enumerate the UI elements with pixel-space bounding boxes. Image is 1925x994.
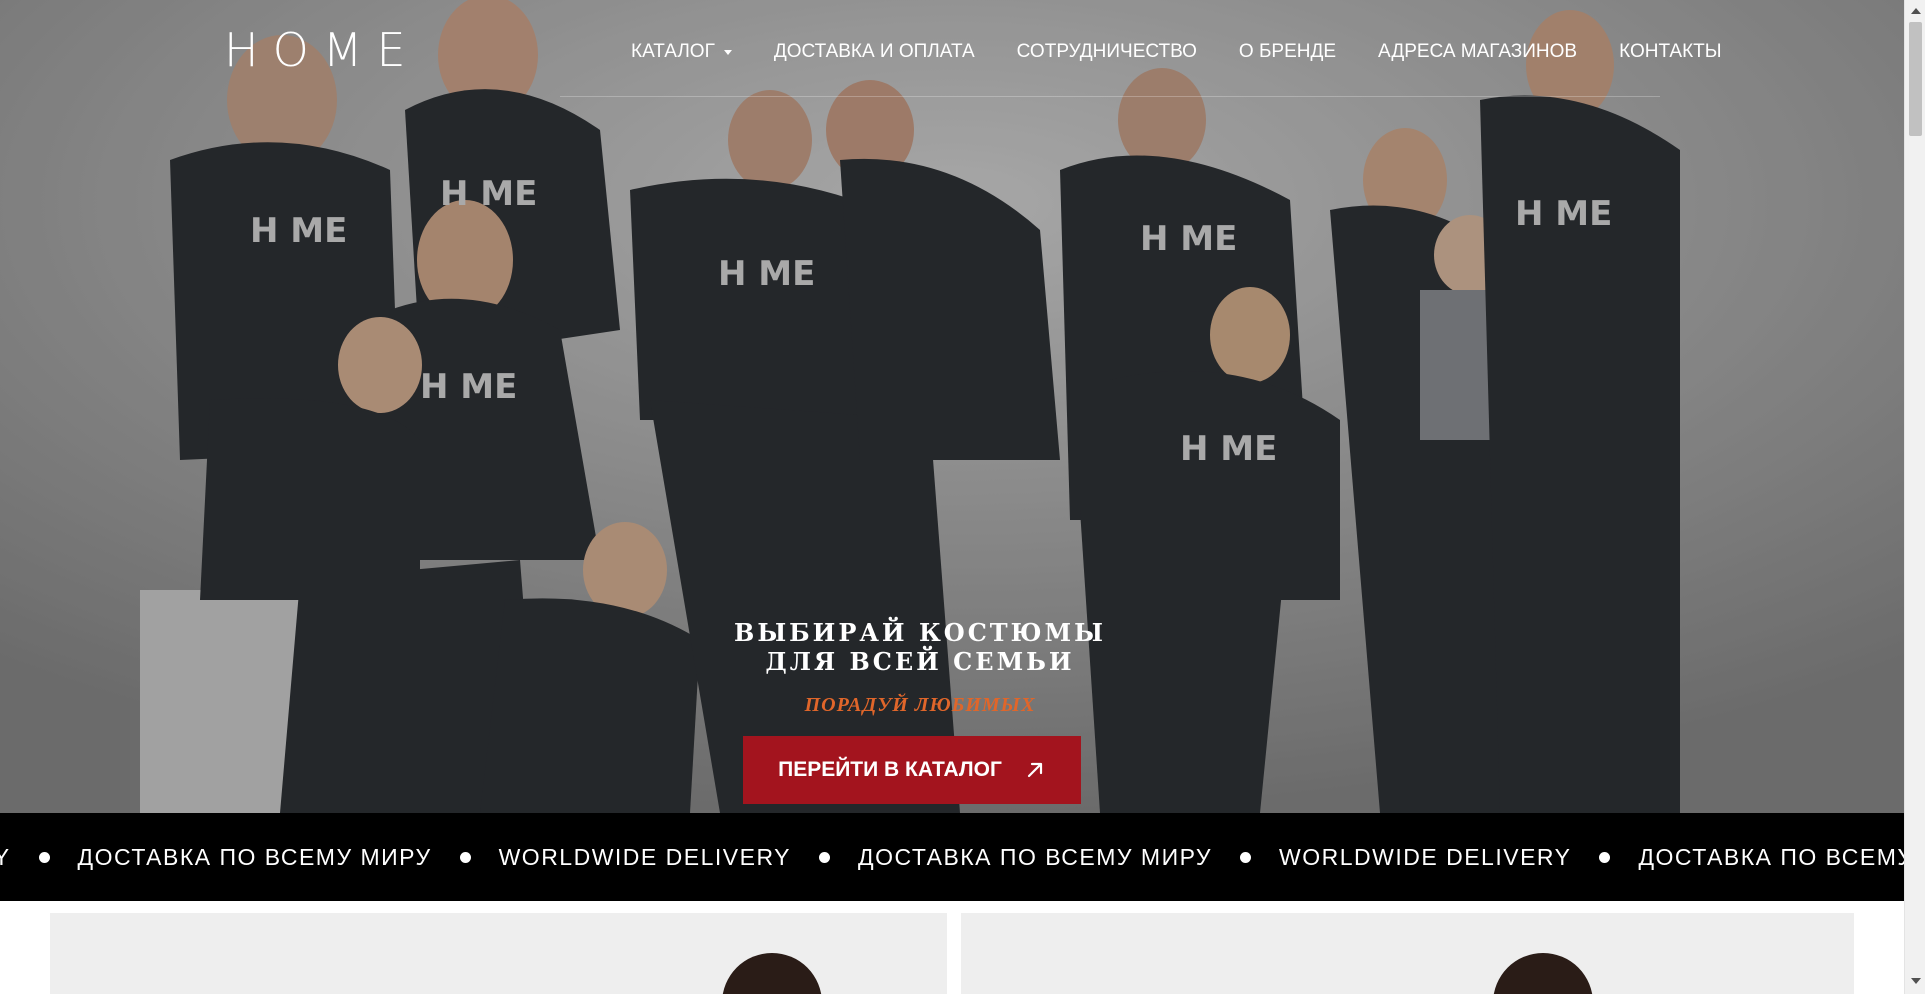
category-card[interactable] bbox=[961, 913, 1854, 994]
scrollbar-thumb[interactable] bbox=[1909, 22, 1922, 136]
category-card[interactable] bbox=[50, 913, 947, 994]
arrow-up-right-icon bbox=[1027, 762, 1043, 778]
nav-item-contacts[interactable]: КОНТАКТЫ bbox=[1619, 38, 1722, 66]
nav-item-label: КАТАЛОГ bbox=[631, 41, 715, 62]
hero-overlay bbox=[0, 0, 1904, 813]
model-photo bbox=[722, 953, 822, 994]
bullet-dot-icon bbox=[459, 851, 471, 863]
marquee-text: RY bbox=[0, 843, 11, 870]
model-photo bbox=[1493, 953, 1593, 994]
page-scrollbar[interactable] bbox=[1904, 0, 1925, 994]
bullet-dot-icon bbox=[1240, 851, 1252, 863]
nav-item-stores[interactable]: АДРЕСА МАГАЗИНОВ bbox=[1378, 38, 1577, 66]
marquee-text: ДОСТАВКА ПО ВСЕМУ М bbox=[1638, 843, 1904, 870]
logo[interactable]: HOME bbox=[224, 26, 420, 74]
hero-banner: H ME H ME H ME H ME H ME H ME H ME HOME … bbox=[0, 0, 1904, 813]
scroll-up-arrow-icon[interactable] bbox=[1911, 8, 1921, 14]
marquee-text: WORLDWIDE DELIVERY bbox=[498, 843, 791, 870]
page: H ME H ME H ME H ME H ME H ME H ME HOME … bbox=[0, 0, 1925, 994]
nav-item-cooperation[interactable]: СОТРУДНИЧЕСТВО bbox=[1017, 38, 1197, 66]
bullet-dot-icon bbox=[38, 851, 50, 863]
scroll-down-arrow-icon[interactable] bbox=[1911, 978, 1921, 984]
marquee-text: ДОСТАВКА ПО ВСЕМУ МИРУ bbox=[77, 843, 432, 870]
bullet-dot-icon bbox=[819, 851, 830, 863]
hero-title-line2: ДЛЯ ВСЕЙ СЕМЬИ bbox=[765, 647, 1075, 676]
catalog-cta-button[interactable]: ПЕРЕЙТИ В КАТАЛОГ bbox=[743, 736, 1081, 804]
nav-divider bbox=[560, 96, 1660, 97]
marquee-track: RY ДОСТАВКА ПО ВСЕМУ МИРУ WORLDWIDE DELI… bbox=[0, 813, 1904, 901]
nav-item-catalog[interactable]: КАТАЛОГ bbox=[631, 38, 732, 66]
hero-title: ВЫБИРАЙ КОСТЮМЫ ДЛЯ ВСЕЙ СЕМЬИ bbox=[700, 618, 1140, 676]
bullet-dot-icon bbox=[1599, 851, 1611, 863]
nav-item-delivery[interactable]: ДОСТАВКА И ОПЛАТА bbox=[774, 38, 975, 66]
delivery-marquee: RY ДОСТАВКА ПО ВСЕМУ МИРУ WORLDWIDE DELI… bbox=[0, 813, 1904, 901]
marquee-text: ДОСТАВКА ПО ВСЕМУ МИРУ bbox=[858, 843, 1213, 870]
cta-label: ПЕРЕЙТИ В КАТАЛОГ bbox=[778, 758, 1002, 781]
hero-subtitle: ПОРАДУЙ ЛЮБИМЫХ bbox=[804, 694, 1036, 716]
nav-item-about[interactable]: О БРЕНДЕ bbox=[1239, 38, 1336, 66]
marquee-text: WORLDWIDE DELIVERY bbox=[1279, 843, 1572, 870]
hero-title-line1: ВЫБИРАЙ КОСТЮМЫ bbox=[734, 618, 1106, 647]
main-nav: КАТАЛОГ ДОСТАВКА И ОПЛАТА СОТРУДНИЧЕСТВО… bbox=[631, 38, 1722, 66]
chevron-down-icon bbox=[723, 49, 732, 55]
